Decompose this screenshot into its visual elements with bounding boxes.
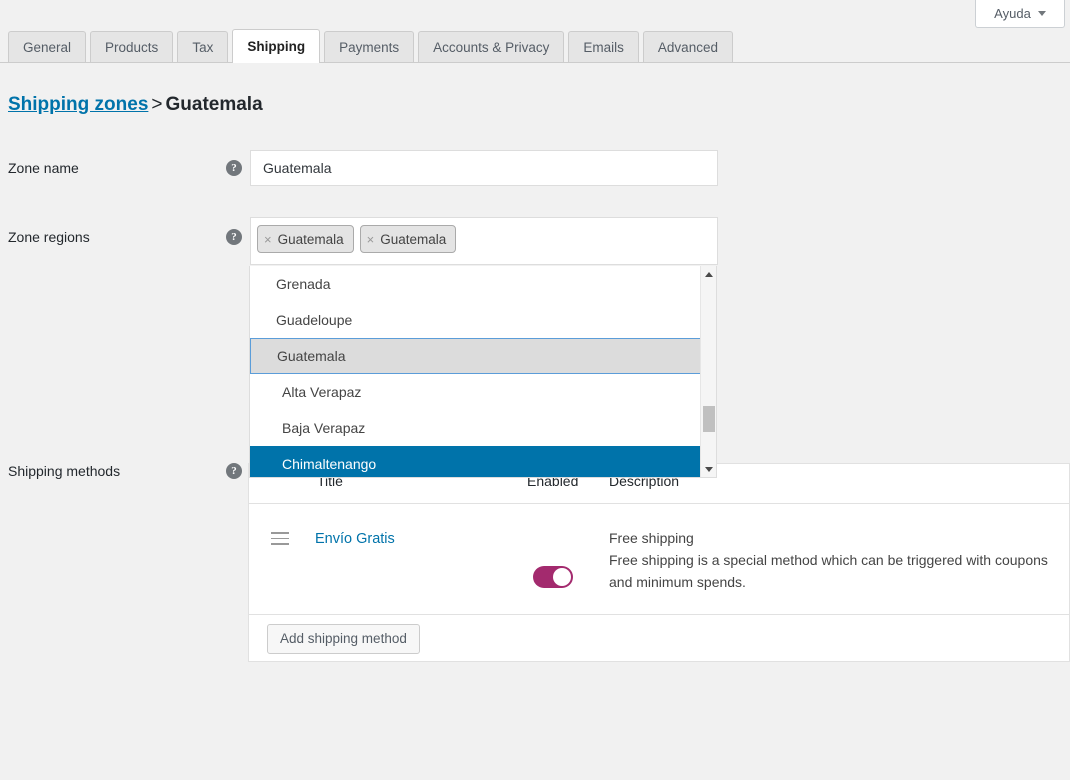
settings-tabs: General Products Tax Shipping Payments Accoun… [0,29,1070,63]
tab-general[interactable]: General [8,31,87,62]
shipping-methods-help-icon[interactable]: ? [226,463,242,479]
dropdown-option[interactable]: Guadeloupe [250,302,702,338]
dropdown-option[interactable]: Alta Verapaz [250,374,702,410]
zone-name-help-icon[interactable]: ? [226,160,242,176]
dropdown-scrollbar[interactable] [700,266,716,477]
scroll-down-arrow-icon[interactable] [701,461,716,477]
remove-chip-icon[interactable]: × [264,232,272,247]
shipping-methods-label: Shipping methods [8,463,121,479]
chevron-down-icon [1037,11,1046,16]
tab-tax[interactable]: Tax [177,31,229,62]
tab-payments[interactable]: Payments [324,31,415,62]
zone-regions-select[interactable]: × Guatemala × Guatemala [250,217,718,265]
scrollbar-thumb[interactable] [703,406,715,432]
toggle-knob [553,568,571,586]
tab-accounts-privacy[interactable]: Accounts & Privacy [418,31,565,62]
zone-regions-help-icon[interactable]: ? [226,229,242,245]
region-chip-label: Guatemala [277,231,344,247]
remove-chip-icon[interactable]: × [367,232,375,247]
table-footer: Add shipping method [249,615,1070,662]
breadcrumb-separator: > [151,94,163,115]
method-description-title: Free shipping [609,530,694,546]
help-dropdown-button[interactable]: Ayuda [975,0,1065,28]
tab-emails[interactable]: Emails [568,31,639,62]
region-chip[interactable]: × Guatemala [257,225,354,253]
shipping-method-title-link[interactable]: Envío Gratis [315,531,395,547]
dropdown-option[interactable]: Grenada [250,266,702,302]
tab-advanced[interactable]: Advanced [642,31,733,62]
zone-regions-dropdown: Grenada Guadeloupe Guatemala Alta Verapaz Ba… [249,266,717,478]
drag-handle-icon[interactable] [271,532,289,545]
help-button-label: Ayuda [994,6,1031,21]
enabled-toggle[interactable] [533,566,573,588]
breadcrumb-link-shipping-zones[interactable]: Shipping zones [8,94,148,115]
scroll-up-arrow-icon[interactable] [701,266,716,283]
dropdown-option[interactable]: Chimaltenango [250,446,702,477]
add-shipping-method-button[interactable]: Add shipping method [267,624,420,654]
breadcrumb-current: Guatemala [165,94,263,115]
table-row: Envío Gratis Free shipping Free shipping… [249,504,1070,615]
shipping-methods-table: Title Enabled Description Envío Gratis F… [248,463,1070,662]
breadcrumb: Shipping zones > Guatemala [8,94,263,116]
tab-products[interactable]: Products [90,31,174,62]
zone-name-label: Zone name [8,160,79,176]
region-chip-label: Guatemala [380,231,447,247]
dropdown-option-list: Grenada Guadeloupe Guatemala Alta Verapaz Ba… [250,266,702,477]
dropdown-option[interactable]: Guatemala [250,338,702,374]
method-description-body: Free shipping is a special method which … [609,552,1048,590]
zone-regions-label: Zone regions [8,229,90,245]
tab-shipping[interactable]: Shipping [232,29,321,63]
zone-name-input[interactable] [250,150,718,186]
dropdown-option[interactable]: Baja Verapaz [250,410,702,446]
region-chip[interactable]: × Guatemala [359,225,457,253]
method-description: Free shipping Free shipping is a special… [609,530,1069,593]
settings-page: Ayuda General Products Tax Shipping Payments… [0,0,1070,780]
